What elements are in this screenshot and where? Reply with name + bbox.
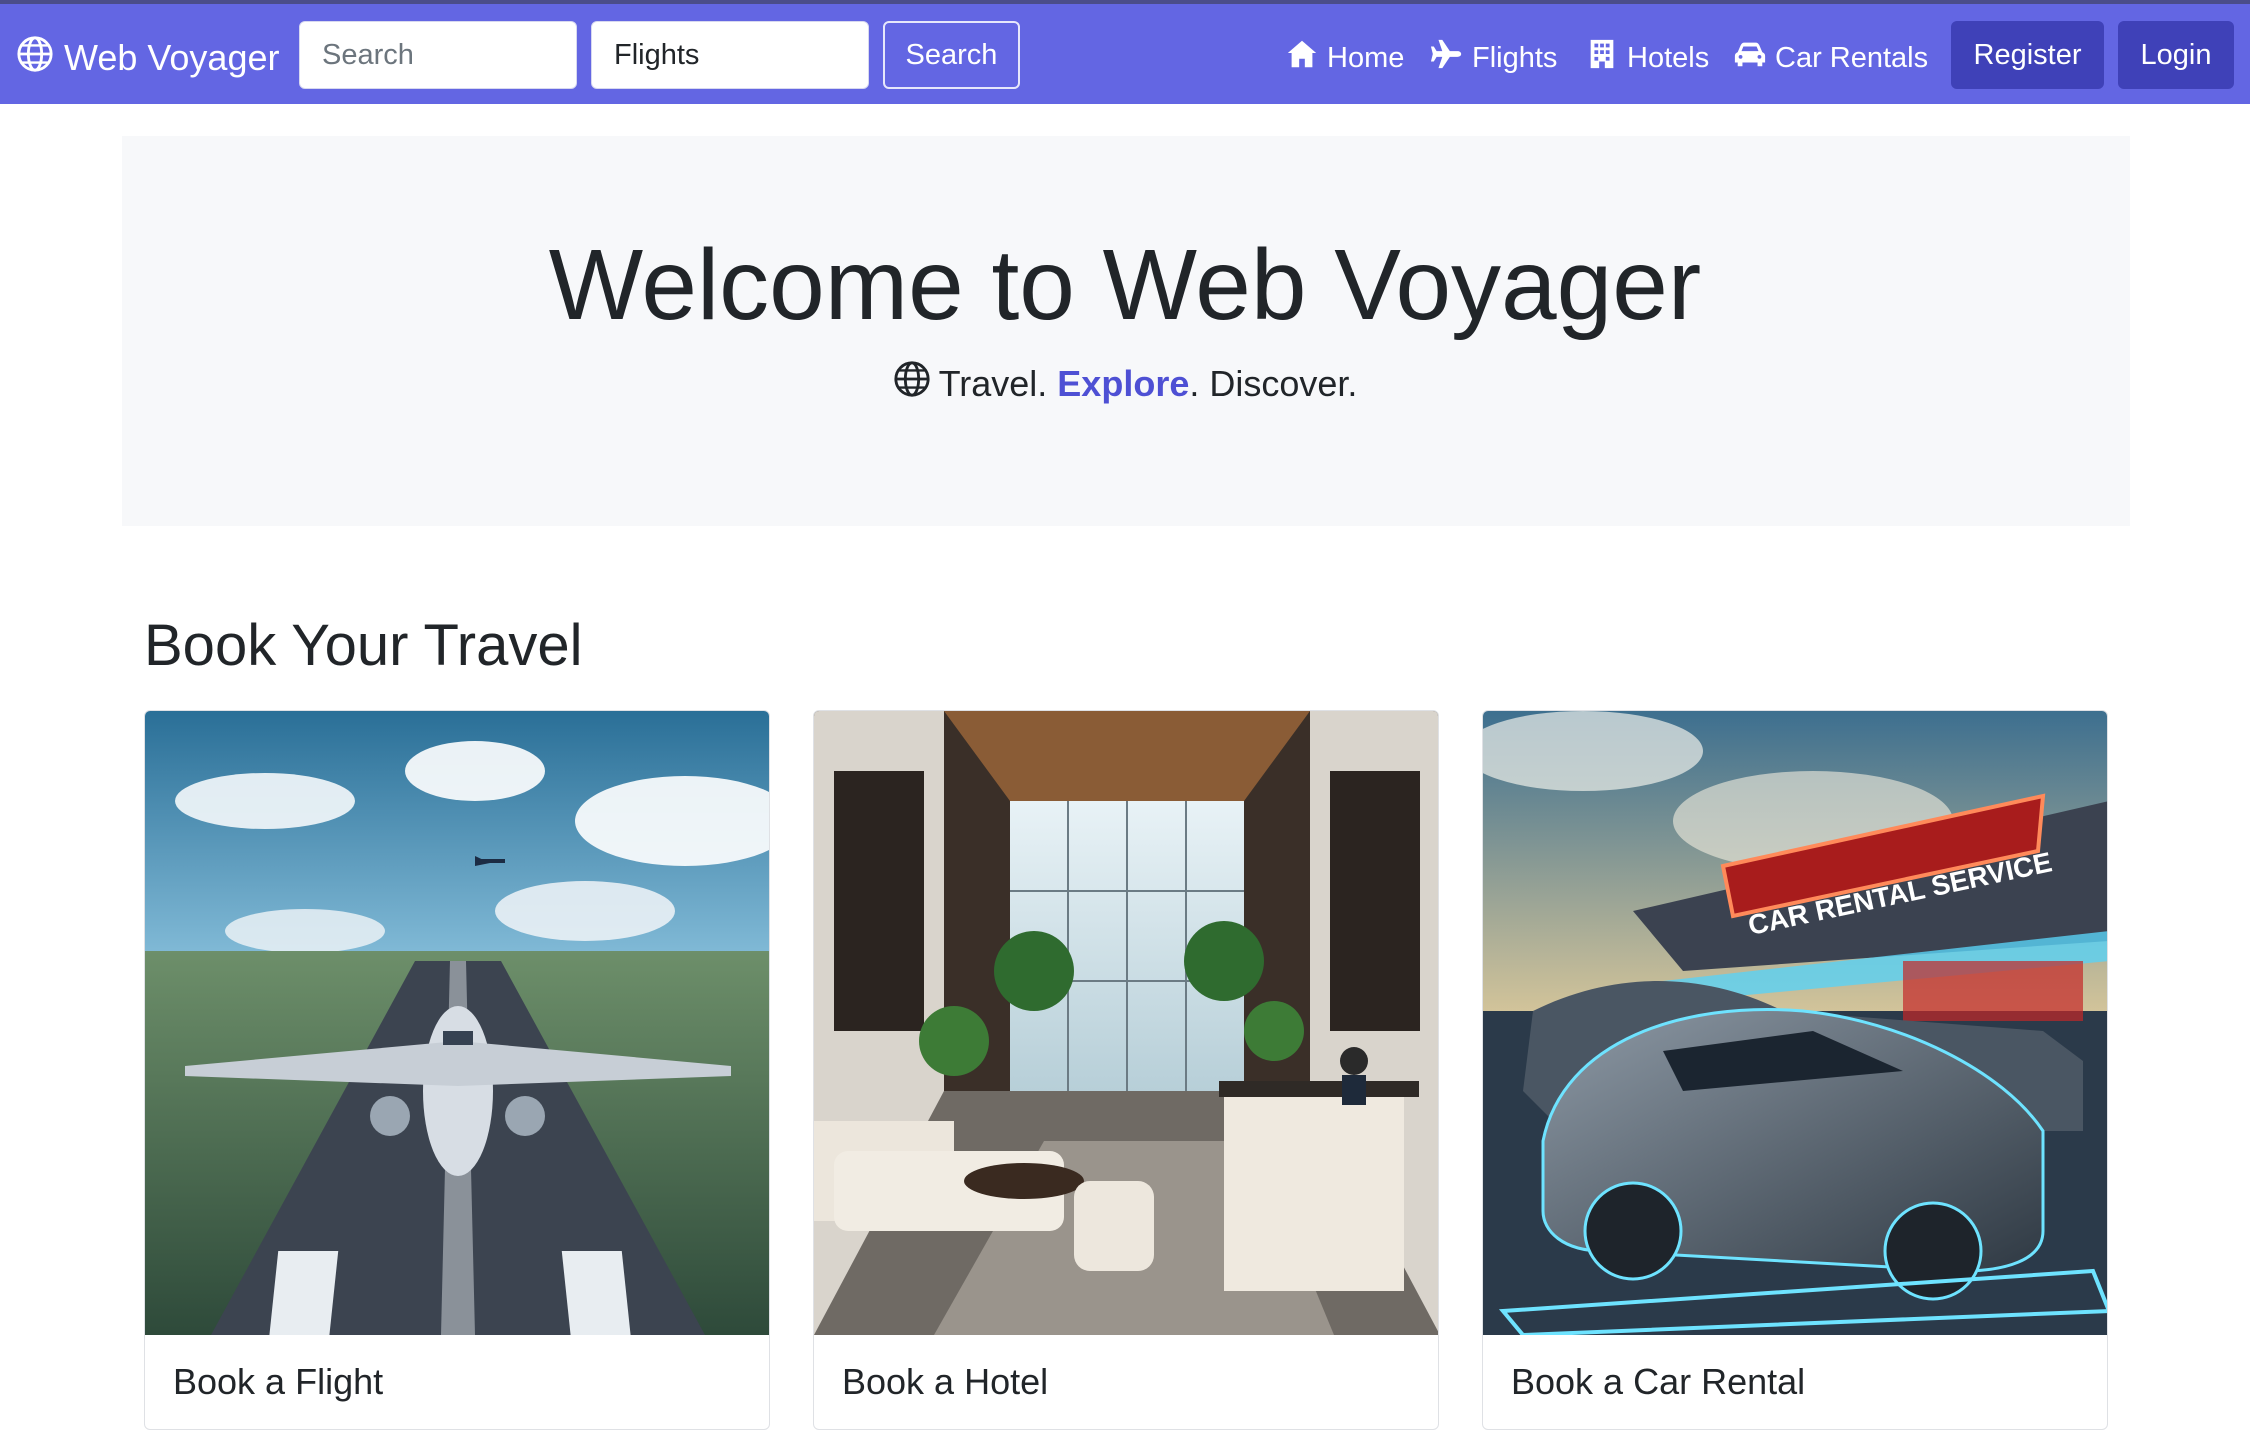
nav-home[interactable]: Home bbox=[1285, 34, 1404, 82]
hotel-lobby-image bbox=[814, 711, 1439, 1335]
globe-icon bbox=[16, 35, 54, 82]
nav-car-rentals-label: Car Rentals bbox=[1775, 42, 1928, 75]
search-placeholder: Search bbox=[322, 39, 414, 72]
flight-card[interactable]: Book a Flight bbox=[144, 710, 770, 1430]
globe-icon bbox=[893, 360, 931, 407]
tagline-explore: Explore bbox=[1057, 363, 1189, 404]
category-selected-value: Flights bbox=[614, 39, 699, 72]
card-title: Book a Flight bbox=[173, 1361, 383, 1403]
building-icon bbox=[1585, 37, 1619, 79]
hero-tagline: Travel. Explore. Discover. bbox=[0, 360, 2250, 407]
login-button[interactable]: Login bbox=[2118, 21, 2234, 89]
nav-flights[interactable]: Flights bbox=[1430, 34, 1557, 82]
nav-car-rentals[interactable]: Car Rentals bbox=[1733, 34, 1928, 82]
tagline-discover: . Discover. bbox=[1189, 363, 1357, 404]
nav-home-label: Home bbox=[1327, 42, 1404, 75]
hotel-card[interactable]: Book a Hotel bbox=[813, 710, 1439, 1430]
car-icon bbox=[1733, 37, 1767, 79]
navbar: Web Voyager Search Flights Search Home F… bbox=[0, 4, 2250, 104]
plane-icon bbox=[1430, 37, 1464, 79]
nav-hotels[interactable]: Hotels bbox=[1585, 34, 1709, 82]
card-title: Book a Car Rental bbox=[1511, 1361, 1805, 1403]
home-icon bbox=[1285, 37, 1319, 79]
brand-name: Web Voyager bbox=[64, 37, 279, 79]
search-button[interactable]: Search bbox=[883, 21, 1020, 89]
brand-link[interactable]: Web Voyager bbox=[16, 32, 279, 84]
nav-hotels-label: Hotels bbox=[1627, 42, 1709, 75]
airplane-runway-image bbox=[145, 711, 770, 1335]
search-input[interactable]: Search bbox=[299, 21, 577, 89]
tagline-travel: Travel. bbox=[939, 363, 1048, 404]
car-rental-image: CAR RENTAL SERVICE bbox=[1483, 711, 2108, 1335]
card-title: Book a Hotel bbox=[842, 1361, 1048, 1403]
car-rental-card[interactable]: CAR RENTAL SERVICE Book a Car Rental bbox=[1482, 710, 2108, 1430]
hero-title: Welcome to Web Voyager bbox=[0, 225, 2250, 345]
register-button[interactable]: Register bbox=[1951, 21, 2104, 89]
category-select[interactable]: Flights bbox=[591, 21, 869, 89]
nav-flights-label: Flights bbox=[1472, 42, 1557, 75]
section-title: Book Your Travel bbox=[144, 612, 583, 679]
